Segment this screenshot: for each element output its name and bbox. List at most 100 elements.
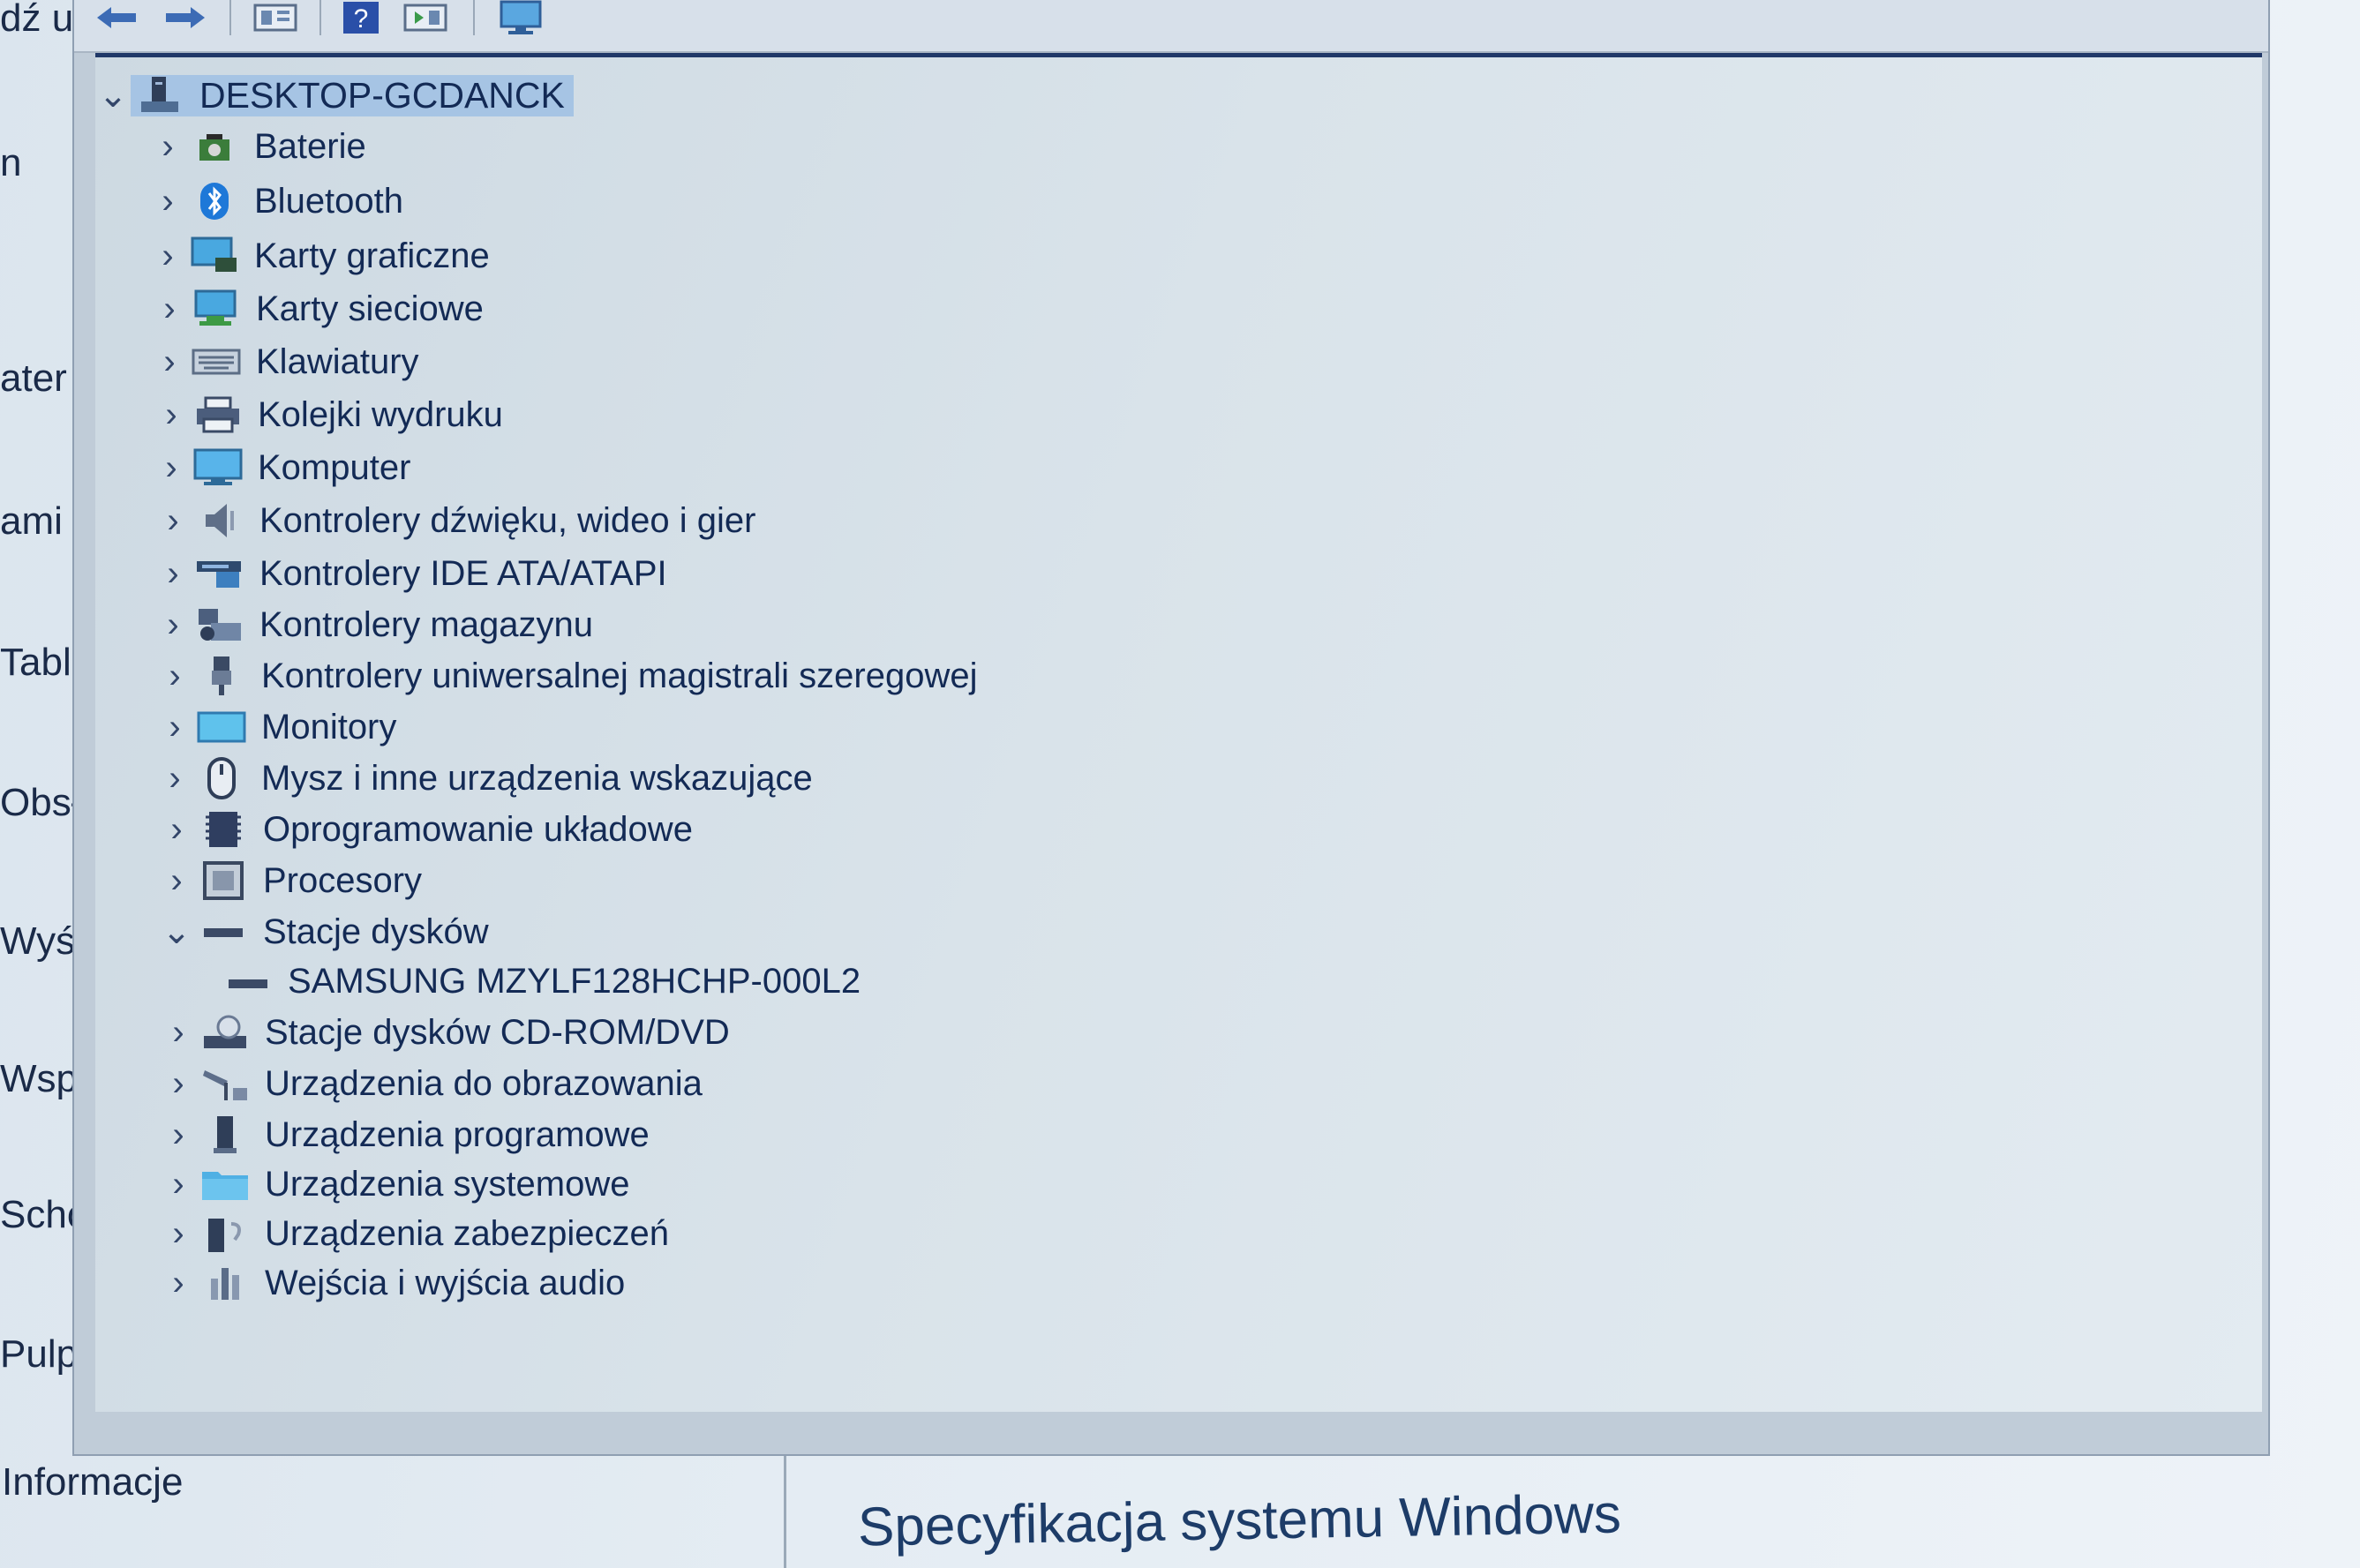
monitor-screen-icon [196, 707, 247, 747]
monitor-icon[interactable] [494, 0, 547, 35]
keyboard-icon [191, 341, 242, 382]
sidebar-fragment[interactable]: dź u [0, 0, 73, 41]
tree-item[interactable]: › Kontrolery IDE ATA/ATAPI [155, 548, 667, 599]
tree-item[interactable]: › Karty graficzne [150, 230, 489, 281]
chevron-down-icon[interactable]: ⌄ [159, 906, 194, 957]
divider [784, 1447, 786, 1568]
speaker-icon [194, 500, 245, 541]
tree-item-label: Kontrolery IDE ATA/ATAPI [259, 553, 667, 593]
usb-icon [196, 656, 247, 696]
chevron-right-icon[interactable]: › [155, 548, 191, 599]
tree-item[interactable]: › Mysz i inne urządzenia wskazujące [157, 753, 813, 804]
chevron-right-icon[interactable]: › [159, 855, 194, 906]
properties-icon[interactable] [251, 0, 300, 35]
audio-io-icon [199, 1263, 251, 1303]
tree-item[interactable]: › Urządzenia zabezpieczeń [161, 1208, 669, 1259]
monitor-icon [192, 447, 244, 488]
chevron-right-icon[interactable]: › [161, 1109, 196, 1160]
chevron-right-icon[interactable]: › [152, 336, 187, 387]
tree-item[interactable]: › Kontrolery uniwersalnej magistrali sze… [157, 650, 977, 701]
tree-item-label: Klawiatury [256, 341, 419, 381]
cdrom-icon [199, 1012, 251, 1053]
tree-item-label: Kontrolery uniwersalnej magistrali szere… [261, 656, 978, 695]
sidebar-fragment[interactable]: ami [0, 499, 63, 544]
chevron-right-icon[interactable]: › [159, 804, 194, 855]
ide-controller-icon [194, 553, 245, 594]
tree-root[interactable]: ⌄ DESKTOP-GCDANCK [95, 70, 574, 121]
security-device-icon [199, 1213, 251, 1254]
tree-item[interactable]: › Klawiatury [152, 336, 419, 387]
tree-item-label: Procesory [263, 860, 423, 900]
tree-item[interactable]: › Kontrolery dźwięku, wideo i gier [155, 495, 755, 546]
tree-item[interactable]: › Procesory [159, 855, 422, 906]
tree-item[interactable]: › Urządzenia do obrazowania [161, 1058, 703, 1109]
tree-item[interactable]: › Urządzenia systemowe [161, 1159, 630, 1210]
tree-item-label: Urządzenia programowe [265, 1114, 650, 1154]
chevron-right-icon[interactable]: › [157, 753, 192, 804]
firmware-chip-icon [198, 809, 249, 850]
help-icon[interactable]: ? [339, 0, 383, 35]
chevron-right-icon[interactable]: › [157, 650, 192, 701]
tree-item[interactable]: › Monitory [157, 701, 396, 753]
sidebar-fragment[interactable]: ater [0, 356, 67, 401]
display-adapter-icon [189, 236, 240, 276]
mouse-icon [196, 757, 247, 799]
storage-controller-icon [194, 604, 245, 645]
chevron-right-icon[interactable]: › [150, 121, 185, 172]
forward-arrow-icon[interactable] [161, 0, 210, 35]
chevron-right-icon[interactable]: › [155, 599, 191, 650]
tree-item-label: Wejścia i wyjścia audio [265, 1263, 626, 1302]
tree-item[interactable]: › Oprogramowanie układowe [159, 804, 693, 855]
disk-drive-icon [222, 961, 274, 1002]
svg-text:?: ? [354, 4, 369, 34]
sidebar-item-informacje[interactable]: Informacje [2, 1460, 183, 1504]
tree-item-label: Baterie [254, 126, 366, 166]
system-folder-icon [199, 1164, 251, 1204]
chevron-right-icon[interactable]: › [161, 1257, 196, 1309]
tree-item[interactable]: › Stacje dysków CD-ROM/DVD [161, 1007, 729, 1058]
chevron-right-icon[interactable]: › [155, 495, 191, 546]
chevron-right-icon[interactable]: › [154, 389, 189, 440]
view-icon[interactable] [401, 0, 450, 35]
chevron-right-icon[interactable]: › [161, 1159, 196, 1210]
tree-item-label: SAMSUNG MZYLF128HCHP-000L2 [288, 961, 861, 1001]
tree-root-label: DESKTOP-GCDANCK [199, 74, 565, 116]
chevron-right-icon[interactable]: › [154, 442, 189, 493]
tree-item[interactable]: › Wejścia i wyjścia audio [161, 1257, 625, 1309]
chevron-right-icon[interactable]: › [161, 1007, 196, 1058]
tree-item-label: Monitory [261, 707, 397, 746]
tree-item-child[interactable]: SAMSUNG MZYLF128HCHP-000L2 [219, 956, 861, 1007]
tree-item-label: Komputer [258, 447, 411, 487]
tree-item-label: Urządzenia systemowe [265, 1164, 630, 1204]
sidebar-fragment[interactable]: n [0, 141, 21, 185]
toolbar-separator [319, 0, 321, 35]
chevron-down-icon[interactable]: ⌄ [95, 70, 131, 121]
battery-icon [189, 126, 240, 167]
sidebar-fragment[interactable]: Obsł [0, 781, 79, 825]
tree-item[interactable]: › Urządzenia programowe [161, 1109, 650, 1160]
chevron-right-icon[interactable]: › [157, 701, 192, 753]
back-arrow-icon[interactable] [92, 0, 141, 35]
device-manager-window: ? ⌄ DESKTOP-GCDANCK › Baterie › Bluetoot… [72, 0, 2270, 1456]
software-device-icon [199, 1114, 251, 1155]
chevron-right-icon[interactable]: › [150, 176, 185, 227]
tree-item-label: Oprogramowanie układowe [263, 809, 693, 849]
tree-item[interactable]: › Bluetooth [150, 176, 403, 227]
tree-item[interactable]: › Kontrolery magazynu [155, 599, 593, 650]
tree-item[interactable]: ⌄ Stacje dysków [159, 906, 488, 957]
processor-icon [198, 860, 249, 901]
toolbar: ? [74, 0, 2268, 53]
chevron-right-icon[interactable]: › [161, 1058, 196, 1109]
chevron-right-icon[interactable]: › [161, 1208, 196, 1259]
tree-item[interactable]: › Baterie [150, 121, 366, 172]
tree-item-label: Kontrolery magazynu [259, 604, 593, 644]
section-title: Specyfikacja systemu Windows [857, 1483, 1622, 1558]
chevron-right-icon[interactable]: › [150, 230, 185, 281]
tree-item[interactable]: › Karty sieciowe [152, 283, 484, 334]
chevron-right-icon[interactable]: › [152, 283, 187, 334]
tree-item[interactable]: › Kolejki wydruku [154, 389, 503, 440]
camera-icon [199, 1063, 251, 1104]
disk-drive-icon [198, 912, 249, 952]
tree-item[interactable]: › Komputer [154, 442, 410, 493]
tree-item-label: Urządzenia do obrazowania [265, 1063, 703, 1103]
